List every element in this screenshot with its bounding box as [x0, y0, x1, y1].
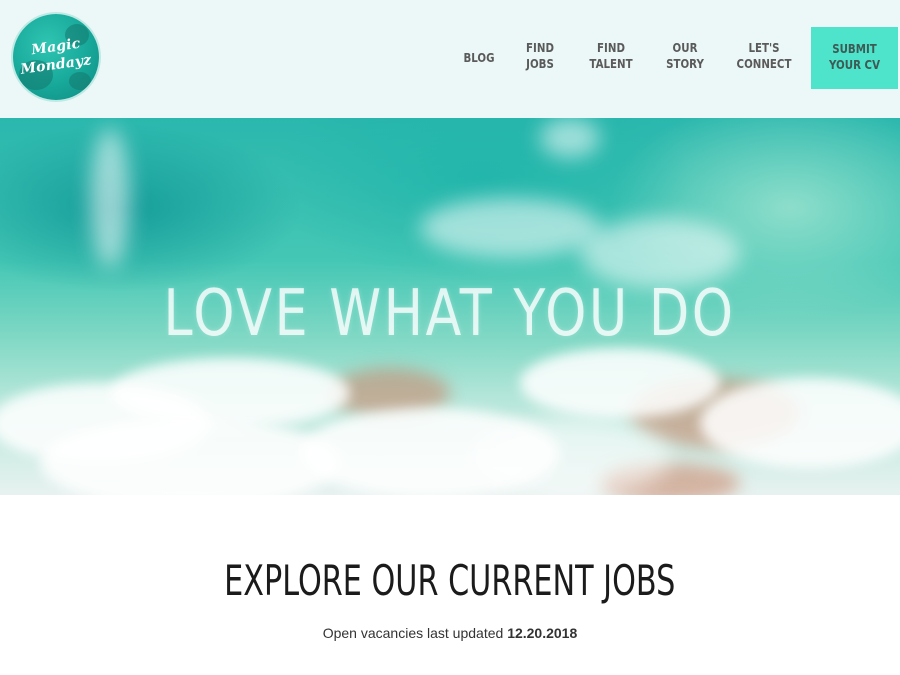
nav-lets-connect-label-line1: LET'S: [748, 40, 780, 55]
hero-title: LOVE WHAT YOU DO: [163, 277, 736, 351]
nav-find-talent-label-line1: FIND: [597, 40, 625, 55]
hero-foam: [520, 348, 720, 418]
hero-foam: [540, 118, 600, 158]
nav-blog-label: BLOG: [463, 50, 495, 65]
jobs-updated-label: Open vacancies last updated: [322, 625, 508, 641]
hero-foam: [90, 128, 130, 268]
logo-globe-land: [69, 72, 91, 90]
submit-cv-label-line2: YOUR CV: [828, 57, 881, 72]
nav-our-story-label-line2: STORY: [666, 56, 704, 71]
nav-lets-connect-label-line2: CONNECT: [736, 56, 792, 71]
submit-cv-label-line1: SUBMIT: [832, 41, 877, 56]
nav-lets-connect[interactable]: LET'S CONNECT: [734, 40, 793, 72]
jobs-updated-note: Open vacancies last updated 12.20.2018: [0, 624, 900, 642]
jobs-updated-date: 12.20.2018: [507, 625, 578, 641]
nav-our-story[interactable]: OUR STORY: [662, 40, 708, 72]
submit-cv-button[interactable]: SUBMIT YOUR CV: [811, 27, 898, 89]
site-header: Magic Mondayz BLOG FIND JOBS FIND TALENT…: [0, 0, 900, 118]
nav-find-jobs-label-line2: JOBS: [526, 56, 554, 71]
nav-find-talent[interactable]: FIND TALENT: [587, 40, 635, 72]
nav-find-talent-label-line2: TALENT: [589, 56, 633, 71]
nav-find-jobs[interactable]: FIND JOBS: [520, 40, 559, 72]
nav-find-jobs-label-line1: FIND: [526, 40, 554, 55]
hero-foam: [420, 198, 600, 258]
page: Magic Mondayz BLOG FIND JOBS FIND TALENT…: [0, 0, 900, 675]
hero-banner: LOVE WHAT YOU DO: [0, 118, 900, 495]
hero-foam: [470, 418, 670, 495]
hero-foam: [110, 358, 350, 428]
site-logo[interactable]: Magic Mondayz: [13, 14, 99, 100]
jobs-section-title: EXPLORE OUR CURRENT JOBS: [224, 556, 676, 605]
nav-our-story-label-line1: OUR: [672, 40, 698, 55]
nav-blog[interactable]: BLOG: [459, 50, 498, 66]
submit-cv-button-label: SUBMIT YOUR CV: [819, 41, 890, 73]
hero-foam: [700, 378, 900, 468]
